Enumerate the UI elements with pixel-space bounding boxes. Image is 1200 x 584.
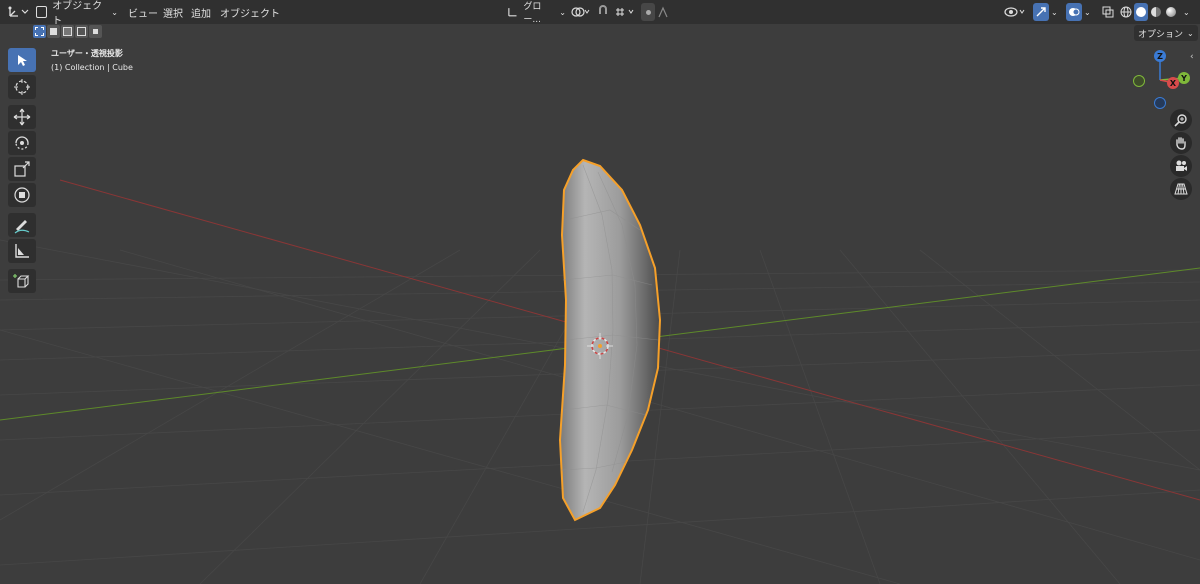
select-new-button[interactable] [33,25,46,38]
wireframe-sphere-icon [1120,6,1132,18]
transform-icon [14,187,30,203]
pivot-link-icon [571,7,590,17]
annotate-pencil-icon [14,220,30,234]
transform-orientation-select[interactable]: グロー... ⌄ [506,2,566,25]
menu-view[interactable]: ビュー [128,3,158,21]
snap-target-select[interactable] [614,3,638,21]
select-subtract-icon [63,27,72,36]
axis-editor-icon [8,6,29,17]
gizmo-arrow-icon [1036,7,1046,17]
tool-transform[interactable] [8,183,36,207]
zoom-button[interactable] [1170,109,1192,131]
tool-measure[interactable] [8,239,36,263]
gizmo-z-ball[interactable]: Z [1154,50,1166,62]
rotate-icon [15,136,29,150]
tool-scale[interactable] [8,157,36,181]
collection-label: (1) Collection | Cube [51,63,133,72]
rendered-sphere-icon [1166,7,1176,17]
view-name-label: ユーザー・透視投影 [51,49,123,58]
shading-wireframe[interactable] [1119,3,1133,21]
select-invert-icon [77,27,86,36]
gizmo-y-ball[interactable]: Y [1178,72,1190,84]
cursor-arrow-icon [18,55,27,66]
hand-pan-icon [1176,137,1186,150]
tool-rotate[interactable] [8,131,36,155]
select-invert-button[interactable] [75,25,88,38]
tool-move[interactable] [8,105,36,129]
select-mode-group [33,25,102,39]
perspective-grid-icon [1174,183,1188,195]
gizmo-toggle[interactable] [1033,3,1049,21]
options-dropdown[interactable]: オプション ⌄ [1134,25,1198,41]
shading-solid[interactable] [1134,3,1148,21]
select-intersect-button[interactable] [89,25,102,38]
solid-sphere-icon [1136,7,1146,17]
snap-magnet-icon [599,5,607,14]
pivot-point-select[interactable] [570,3,592,21]
tool-add-cube[interactable] [8,269,36,293]
orientation-axes-icon [508,8,517,17]
add-cube-icon [13,274,30,288]
shading-material[interactable] [1149,3,1163,21]
tool-cursor[interactable] [8,75,36,99]
chevron-down-icon: ⌄ [111,7,118,17]
mode-select[interactable]: オブジェクト ⌄ [36,1,118,27]
select-subtract-button[interactable] [61,25,74,38]
overlay-circles-icon [1069,8,1080,16]
select-new-icon [35,27,44,36]
menu-add[interactable]: 追加 [191,3,211,21]
gizmo-neg-z-ball[interactable] [1154,97,1166,109]
transform-orientation-label: グロー... [523,2,542,25]
tool-select-box[interactable] [8,48,36,72]
chevron-down-icon: ⌄ [559,7,566,17]
shading-rendered[interactable] [1164,3,1178,21]
material-sphere-icon [1151,7,1161,17]
3d-cursor-tool-icon [14,79,30,95]
camera-view-button[interactable] [1170,155,1192,177]
move-arrows-icon [13,108,31,126]
gizmo-x-ball[interactable]: X [1167,77,1179,89]
chevron-down-icon: ⌄ [1187,28,1194,38]
eye-visibility-icon [1004,7,1025,17]
camera-icon [1176,160,1187,171]
navigation-gizmo[interactable]: Z Y X [1128,48,1192,112]
3d-cursor-icon [587,333,613,359]
snap-grid-icon [616,8,634,16]
scale-icon [14,161,30,177]
3d-viewport[interactable] [0,0,1200,584]
pan-button[interactable] [1170,132,1192,154]
object-mode-icon [36,6,48,18]
select-extend-icon [50,28,57,35]
falloff-select[interactable] [657,3,677,21]
proportional-dot-icon [645,9,651,15]
gizmo-dropdown[interactable]: ⌄ [1051,3,1058,21]
select-intersect-icon [93,29,98,34]
options-label: オプション [1138,29,1184,40]
zoom-magnifier-icon [1174,114,1187,127]
falloff-curve-icon [658,6,668,18]
gizmo-neg-y-ball[interactable] [1133,75,1145,87]
mode-label: オブジェクト [52,1,103,27]
overlay-toggle[interactable] [1066,3,1082,21]
menu-select[interactable]: 選択 [163,3,183,21]
xray-icon [1102,6,1114,18]
perspective-toggle-button[interactable] [1170,178,1192,200]
shading-dropdown[interactable]: ⌄ [1183,3,1190,21]
proportional-edit-toggle[interactable] [641,3,655,21]
viewport-header: オブジェクト ⌄ ビュー 選択 追加 オブジェクト グロー... ⌄ ⌄ ⌄ ⌄ [0,0,1200,27]
select-extend-button[interactable] [47,25,60,38]
measure-ruler-icon [15,244,29,258]
snap-toggle[interactable] [596,3,612,21]
overlay-dropdown[interactable]: ⌄ [1084,3,1091,21]
menu-object[interactable]: オブジェクト [220,3,280,21]
selected-mesh-object[interactable] [0,0,1200,584]
tool-annotate[interactable] [8,213,36,237]
editor-type-button[interactable] [6,3,32,21]
visibility-select[interactable] [1004,3,1030,21]
xray-toggle[interactable] [1100,3,1116,21]
